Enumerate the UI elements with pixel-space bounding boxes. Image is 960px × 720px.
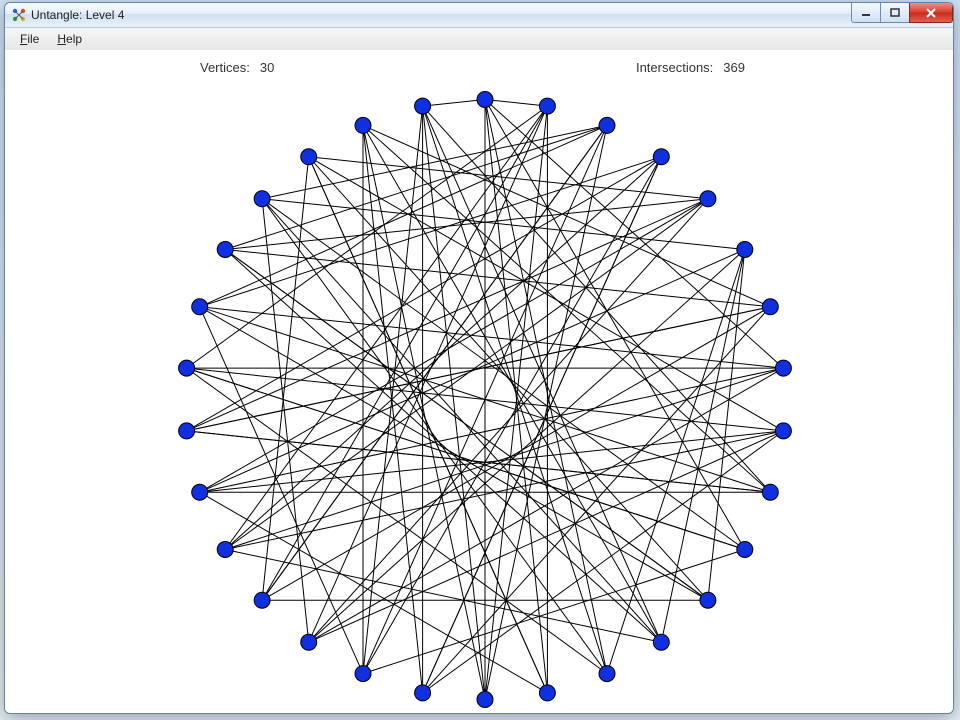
graph-edge <box>423 106 485 699</box>
titlebar[interactable]: Untangle: Level 4 <box>5 3 953 28</box>
app-window: Untangle: Level 4 File Help Vertices: 30 <box>4 2 954 714</box>
menubar: File Help <box>5 28 953 51</box>
graph-vertex[interactable] <box>217 542 233 558</box>
graph-edge <box>262 199 309 642</box>
graph-edge <box>225 250 708 601</box>
graph-edge <box>423 106 662 642</box>
graph-edge <box>262 199 661 642</box>
graph-vertex[interactable] <box>653 149 669 165</box>
graph-vertex[interactable] <box>775 360 791 376</box>
graph-vertex[interactable] <box>301 149 317 165</box>
graph-vertex[interactable] <box>179 423 195 439</box>
graph-canvas[interactable] <box>5 50 953 713</box>
desktop: Untangle: Level 4 File Help Vertices: 30 <box>0 0 960 720</box>
graph-vertex[interactable] <box>737 542 753 558</box>
graph-edge <box>225 550 661 643</box>
graph-vertex[interactable] <box>599 117 615 133</box>
window-controls <box>852 3 953 23</box>
graph-vertex[interactable] <box>539 98 555 114</box>
graph-edge <box>423 106 607 674</box>
graph-edge <box>423 100 485 107</box>
graph-vertex[interactable] <box>301 634 317 650</box>
graph-vertex[interactable] <box>775 423 791 439</box>
graph-vertex[interactable] <box>653 634 669 650</box>
graph-vertex[interactable] <box>762 484 778 500</box>
graph-edge <box>485 100 547 107</box>
graph-vertex[interactable] <box>179 360 195 376</box>
graph-edge <box>187 199 708 431</box>
menu-help-rest: elp <box>66 32 82 46</box>
graph-edge <box>200 368 784 492</box>
graph-edge <box>225 125 607 249</box>
graph-vertex[interactable] <box>355 666 371 682</box>
graph-vertex[interactable] <box>254 191 270 207</box>
graph-vertex[interactable] <box>477 92 493 108</box>
graph-vertex[interactable] <box>355 117 371 133</box>
graph-vertex[interactable] <box>762 299 778 315</box>
minimize-button[interactable] <box>851 3 881 23</box>
graph-vertex[interactable] <box>217 242 233 258</box>
graph-vertex[interactable] <box>415 685 431 701</box>
graph-edge <box>200 199 708 492</box>
graph-edge <box>225 157 661 550</box>
graph-vertex[interactable] <box>192 484 208 500</box>
menu-help[interactable]: Help <box>48 29 91 49</box>
graph-edge <box>661 250 745 643</box>
graph-vertex[interactable] <box>737 242 753 258</box>
graph-vertex[interactable] <box>254 592 270 608</box>
graph-edge <box>485 100 607 674</box>
graph-edge <box>200 307 363 674</box>
graph-edge <box>225 368 783 549</box>
graph-vertex[interactable] <box>599 666 615 682</box>
graph-edge <box>485 100 547 693</box>
graph-edge <box>200 250 745 493</box>
window-title: Untangle: Level 4 <box>31 8 124 22</box>
graph-vertex[interactable] <box>700 191 716 207</box>
client-area: Vertices: 30 Intersections: 369 <box>5 50 953 713</box>
graph-vertex[interactable] <box>700 592 716 608</box>
graph-vertex[interactable] <box>539 685 555 701</box>
maximize-button[interactable] <box>880 3 910 23</box>
graph-vertex[interactable] <box>192 299 208 315</box>
graph-edge <box>225 250 770 307</box>
graph-edge <box>309 431 784 642</box>
graph-vertex[interactable] <box>477 692 493 708</box>
menu-file-rest: ile <box>27 32 39 46</box>
graph-edges <box>187 100 784 700</box>
app-icon <box>11 7 27 23</box>
menu-file[interactable]: File <box>11 29 48 49</box>
graph-edge <box>363 157 661 674</box>
graph-vertex[interactable] <box>415 98 431 114</box>
close-button[interactable] <box>909 3 953 23</box>
graph-edge <box>607 250 745 674</box>
graph-edge <box>363 550 745 674</box>
graph-edge <box>485 125 607 699</box>
